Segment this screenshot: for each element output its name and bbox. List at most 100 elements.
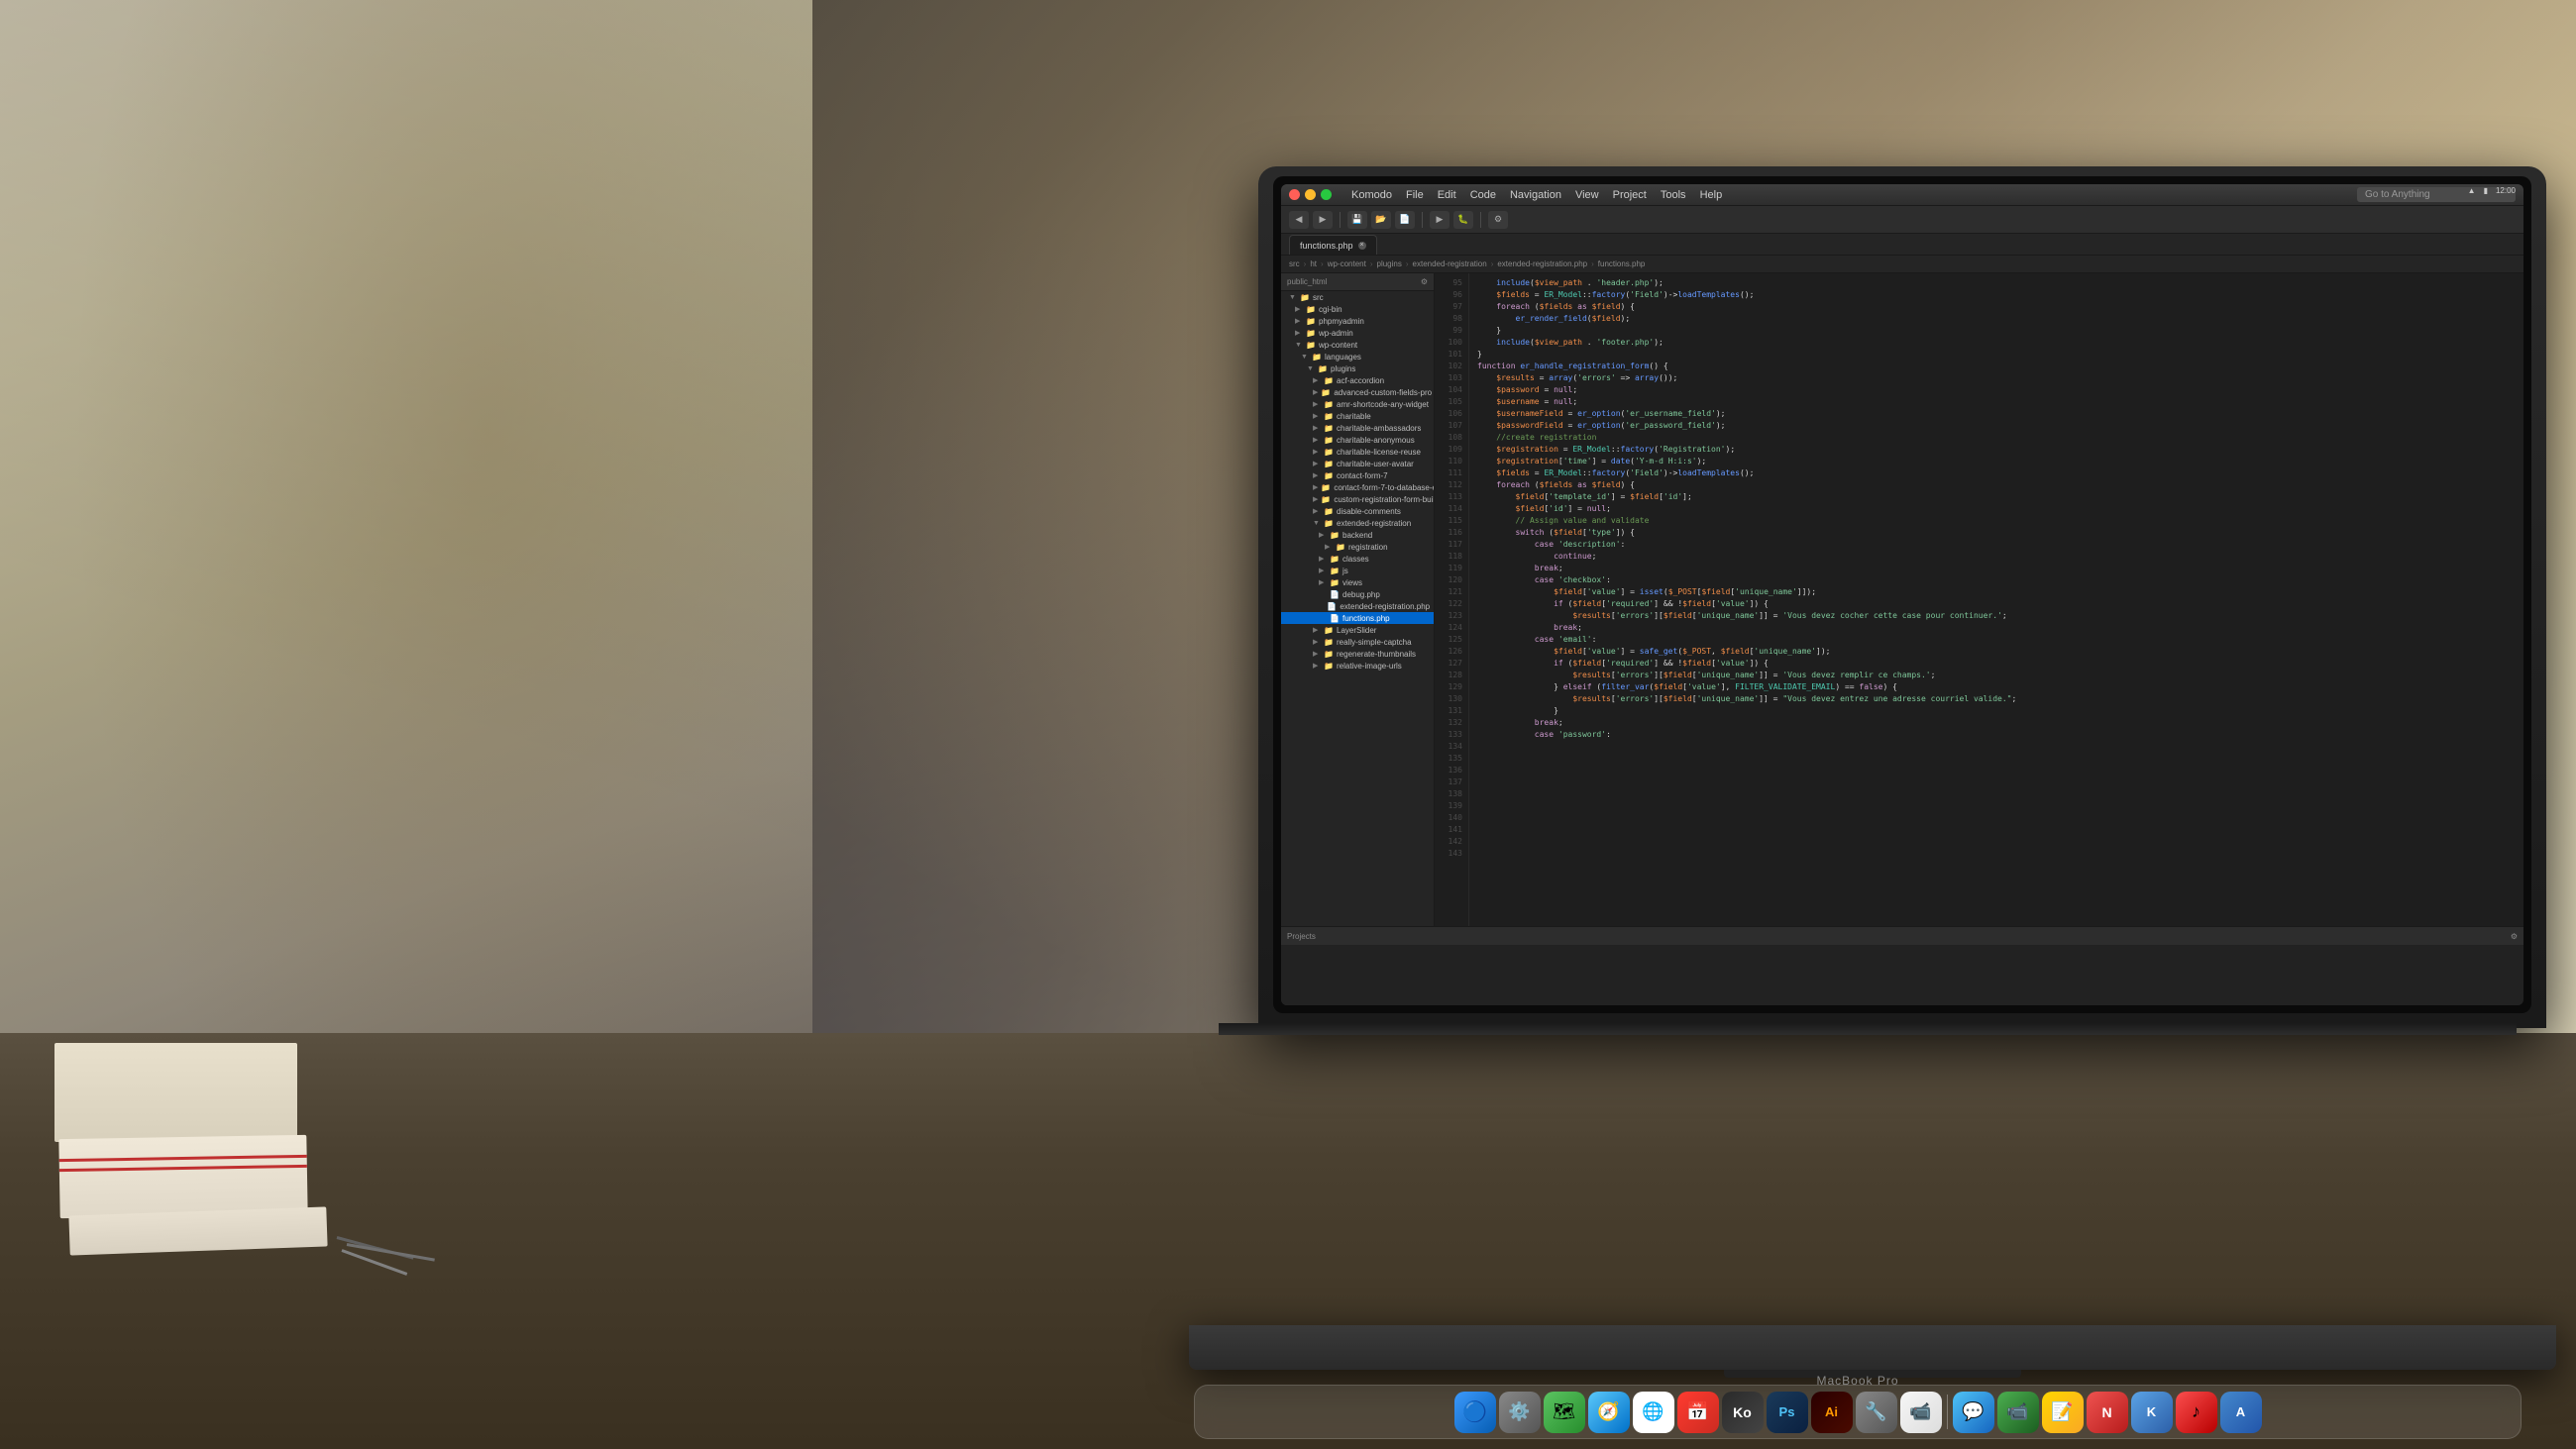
tree-item-functions-php[interactable]: ▶ 📄 functions.php [1281, 612, 1434, 624]
tree-label: charitable-ambassadors [1337, 424, 1421, 433]
dock-item-calendar[interactable]: 📅 [1677, 1392, 1719, 1433]
tree-item-plugins[interactable]: ▼ 📁 plugins [1281, 362, 1434, 374]
dock-item-keynote[interactable]: K [2131, 1392, 2173, 1433]
menu-komodo[interactable]: Komodo [1351, 189, 1392, 201]
code-line: break; [1477, 622, 2516, 634]
tree-item-char-anon[interactable]: ▶ 📁 charitable-anonymous [1281, 434, 1434, 446]
breadcrumb: src › ht › wp-content › plugins › extend… [1281, 256, 2523, 273]
dock-item-photoshop[interactable]: Ps [1767, 1392, 1808, 1433]
tree-item-cgi-bin[interactable]: ▶ 📁 cgi-bin [1281, 303, 1434, 315]
tree-item-layerslider[interactable]: ▶ 📁 LayerSlider [1281, 624, 1434, 636]
menu-view[interactable]: View [1575, 189, 1599, 201]
toolbar-settings[interactable]: ⚙ [1488, 211, 1508, 229]
code-line: // Assign value and validate [1477, 515, 2516, 527]
code-editor[interactable]: 95 96 97 98 99 100 101 102 103 104 105 1… [1435, 273, 2523, 1005]
toolbar-save[interactable]: 💾 [1347, 211, 1367, 229]
breadcrumb-wp-content[interactable]: wp-content [1328, 259, 1366, 268]
tree-item-languages[interactable]: ▼ 📁 languages [1281, 351, 1434, 362]
dock-item-facetime[interactable]: 📹 [1900, 1392, 1942, 1433]
dock-item-notes[interactable]: 📝 [2042, 1392, 2084, 1433]
dock-item-appstore[interactable]: A [2220, 1392, 2262, 1433]
tree-item-classes[interactable]: ▶ 📁 classes [1281, 553, 1434, 565]
projects-section: Projects ⚙ [1281, 926, 1435, 1005]
breadcrumb-ht[interactable]: ht [1310, 259, 1317, 268]
menu-tools[interactable]: Tools [1661, 189, 1686, 201]
sidebar-gear-icon[interactable]: ⚙ [1421, 277, 1428, 286]
dock-item-chrome[interactable]: 🌐 [1633, 1392, 1674, 1433]
tree-item-char-avatar[interactable]: ▶ 📁 charitable-user-avatar [1281, 458, 1434, 469]
tree-item-phpmyadmin[interactable]: ▶ 📁 phpmyadmin [1281, 315, 1434, 327]
toolbar-new[interactable]: 📄 [1395, 211, 1415, 229]
tree-item-wp-admin[interactable]: ▶ 📁 wp-admin [1281, 327, 1434, 339]
tree-item-cf7-db[interactable]: ▶ 📁 contact-form-7-to-database-extension [1281, 481, 1434, 493]
tree-item-debug-php[interactable]: ▶ 📄 debug.php [1281, 588, 1434, 600]
tree-item-acf[interactable]: ▶ 📁 acf-accordion [1281, 374, 1434, 386]
dock-item-maps[interactable]: 🗺 [1544, 1392, 1585, 1433]
tree-item-wp-content[interactable]: ▼ 📁 wp-content [1281, 339, 1434, 351]
code-content[interactable]: include($view_path . 'header.php'); $fie… [1469, 273, 2523, 1005]
tree-item-custom-reg[interactable]: ▶ 📁 custom-registration-form-builder-wit… [1281, 493, 1434, 505]
tree-item-disable-comments[interactable]: ▶ 📁 disable-comments [1281, 505, 1434, 517]
tree-item-cf7[interactable]: ▶ 📁 contact-form-7 [1281, 469, 1434, 481]
facetime-icon: 📹 [1909, 1401, 1931, 1422]
menu-navigation[interactable]: Navigation [1510, 189, 1561, 201]
tree-label: src [1313, 293, 1324, 302]
dock-item-illustrator[interactable]: Ai [1811, 1392, 1853, 1433]
code-line: $field['id'] = null; [1477, 503, 2516, 515]
dock-item-itunes[interactable]: ♪ [2176, 1392, 2217, 1433]
tree-item-captcha[interactable]: ▶ 📁 really-simple-captcha [1281, 636, 1434, 648]
toolbar-forward[interactable]: ▶ [1313, 211, 1333, 229]
menu-help[interactable]: Help [1700, 189, 1723, 201]
code-line: $registration['time'] = date('Y-m-d H:i:… [1477, 456, 2516, 467]
tree-item-views[interactable]: ▶ 📁 views [1281, 576, 1434, 588]
tree-item-regen-thumbs[interactable]: ▶ 📁 regenerate-thumbnails [1281, 648, 1434, 660]
toolbar-back[interactable]: ◀ [1289, 211, 1309, 229]
tree-item-acf-pro[interactable]: ▶ 📁 advanced-custom-fields-pro [1281, 386, 1434, 398]
menu-project[interactable]: Project [1613, 189, 1647, 201]
tree-item-extended-reg-php[interactable]: ▶ 📄 extended-registration.php [1281, 600, 1434, 612]
tree-item-js[interactable]: ▶ 📁 js [1281, 565, 1434, 576]
tab-bar: functions.php × [1281, 234, 2523, 256]
menu-code[interactable]: Code [1470, 189, 1496, 201]
dock-item-news[interactable]: N [2087, 1392, 2128, 1433]
tree-item-amr[interactable]: ▶ 📁 amr-shortcode-any-widget [1281, 398, 1434, 410]
breadcrumb-plugins[interactable]: plugins [1377, 259, 1402, 268]
tree-item-relative-urls[interactable]: ▶ 📁 relative-image-urls [1281, 660, 1434, 672]
code-line: $results = array('errors' => array()); [1477, 372, 2516, 384]
code-line: $results['errors'][$field['unique_name']… [1477, 693, 2516, 705]
tab-label: functions.php [1300, 241, 1353, 251]
tab-functions-php[interactable]: functions.php × [1289, 235, 1377, 255]
code-line: if ($field['required'] && !$field['value… [1477, 598, 2516, 610]
tree-item-extended-reg[interactable]: ▼ 📁 extended-registration [1281, 517, 1434, 529]
toolbar-run[interactable]: ▶ [1430, 211, 1449, 229]
toolbar-open[interactable]: 📂 [1371, 211, 1391, 229]
dock-item-sys2[interactable]: 🔧 [1856, 1392, 1897, 1433]
menu-edit[interactable]: Edit [1438, 189, 1456, 201]
code-line: continue; [1477, 551, 2516, 563]
tree-item-charitable[interactable]: ▶ 📁 charitable [1281, 410, 1434, 422]
dock-item-safari[interactable]: 🧭 [1588, 1392, 1630, 1433]
maximize-button[interactable] [1321, 189, 1332, 200]
breadcrumb-src[interactable]: src [1289, 259, 1300, 268]
tree-item-src[interactable]: ▼ 📁 src [1281, 291, 1434, 303]
tree-item-char-ambassadors[interactable]: ▶ 📁 charitable-ambassadors [1281, 422, 1434, 434]
breadcrumb-extended-reg[interactable]: extended-registration [1413, 259, 1487, 268]
dock-item-komodo[interactable]: Ko [1722, 1392, 1764, 1433]
menu-file[interactable]: File [1406, 189, 1424, 201]
code-line: case 'description': [1477, 539, 2516, 551]
breadcrumb-file[interactable]: extended-registration.php [1497, 259, 1587, 268]
toolbar-debug[interactable]: 🐛 [1453, 211, 1473, 229]
dock-item-facetime2[interactable]: 📹 [1997, 1392, 2039, 1433]
tree-item-registration[interactable]: ▶ 📁 registration [1281, 541, 1434, 553]
close-button[interactable] [1289, 189, 1300, 200]
dock-item-system-prefs[interactable]: ⚙️ [1499, 1392, 1541, 1433]
tree-item-backend[interactable]: ▶ 📁 backend [1281, 529, 1434, 541]
dock-item-messages[interactable]: 💬 [1953, 1392, 1994, 1433]
minimize-button[interactable] [1305, 189, 1316, 200]
book-3 [54, 1043, 297, 1142]
tab-close-button[interactable]: × [1358, 242, 1366, 250]
code-line: } [1477, 325, 2516, 337]
books-stack [50, 1033, 327, 1251]
tree-item-char-license[interactable]: ▶ 📁 charitable-license-reuse [1281, 446, 1434, 458]
dock-item-finder[interactable]: 🔵 [1454, 1392, 1496, 1433]
